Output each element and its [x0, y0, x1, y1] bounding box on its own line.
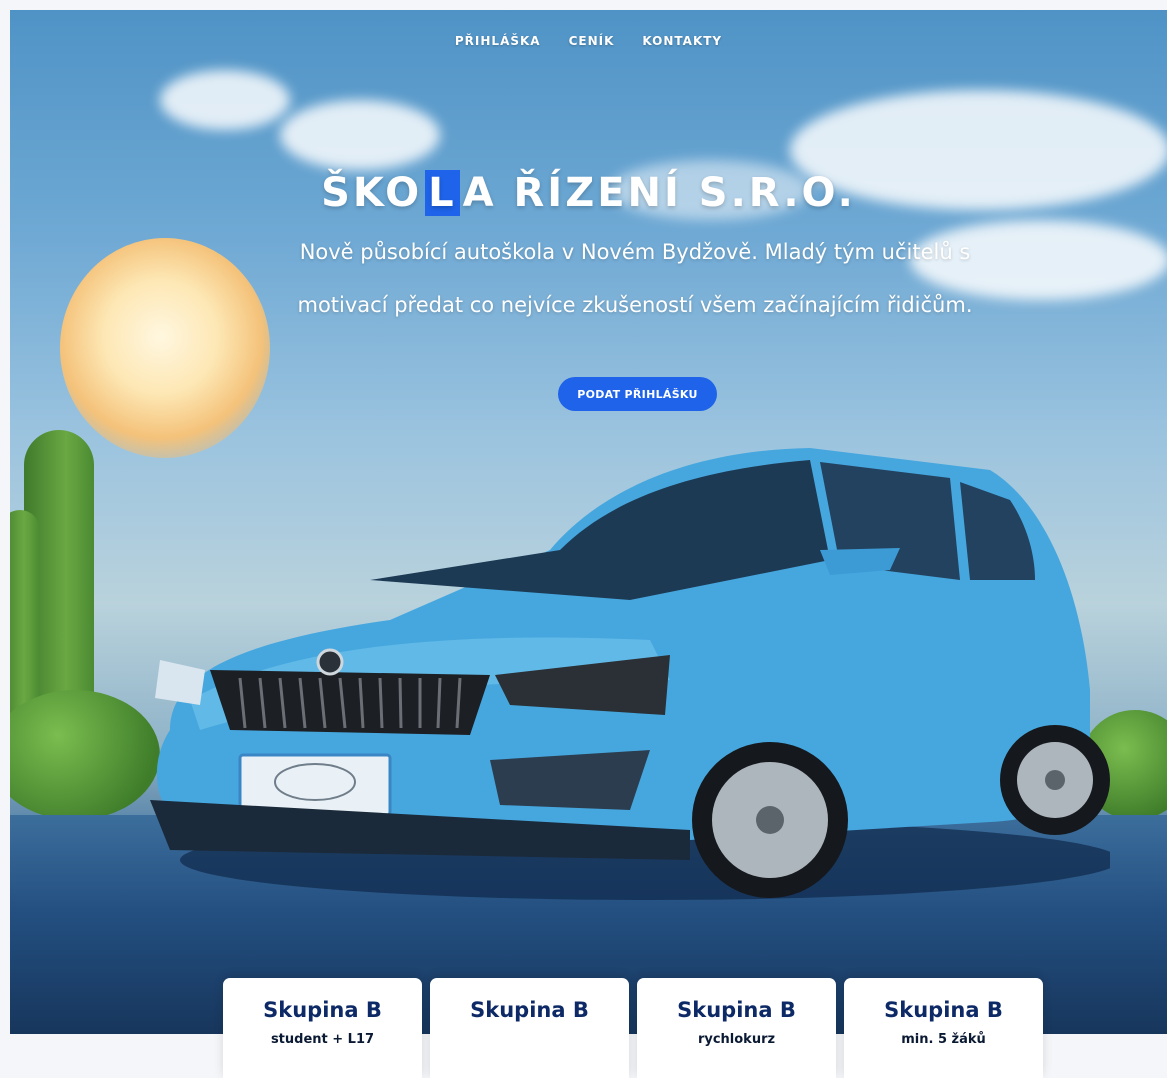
nav-item-cenik[interactable]: CENÍK	[569, 34, 615, 48]
course-card-title: Skupina B	[470, 998, 589, 1022]
course-card-title: Skupina B	[263, 998, 382, 1022]
sun-illustration	[60, 238, 270, 458]
title-part-before: ŠKO	[321, 170, 423, 216]
cloud	[160, 70, 290, 130]
course-card-title: Skupina B	[677, 998, 796, 1022]
course-card-subtitle: min. 5 žáků	[901, 1032, 986, 1047]
course-card-group[interactable]: Skupina B min. 5 žáků	[844, 978, 1043, 1078]
course-card-student-l17[interactable]: Skupina B student + L17	[223, 978, 422, 1078]
course-card-title: Skupina B	[884, 998, 1003, 1022]
course-cards: Skupina B student + L17 Skupina B Skupin…	[223, 978, 1043, 1078]
course-card-rychlokurz[interactable]: Skupina B rychlokurz	[637, 978, 836, 1078]
page-title: ŠKO L A ŘÍZENÍ S.R.O.	[10, 170, 1167, 216]
apply-button[interactable]: PODAT PŘIHLÁŠKU	[558, 377, 717, 411]
top-navigation: PŘIHLÁŠKA CENÍK KONTAKTY	[10, 34, 1167, 48]
nav-item-kontakty[interactable]: KONTAKTY	[642, 34, 722, 48]
course-card-subtitle: student + L17	[270, 1032, 375, 1047]
course-card-subtitle: rychlokurz	[697, 1032, 776, 1047]
hero-section: PŘIHLÁŠKA CENÍK KONTAKTY ŠKO L A ŘÍZENÍ S.…	[10, 10, 1167, 1034]
cloud	[280, 100, 440, 170]
car-illustration	[150, 448, 1110, 900]
nav-item-prihlaska[interactable]: PŘIHLÁŠKA	[455, 34, 541, 48]
course-card-standard[interactable]: Skupina B	[430, 978, 629, 1078]
title-highlight-letter: L	[425, 170, 460, 216]
hero-description: Nově působící autoškola v Novém Bydžově.…	[297, 240, 973, 317]
title-part-after: A ŘÍZENÍ S.R.O.	[462, 170, 856, 216]
